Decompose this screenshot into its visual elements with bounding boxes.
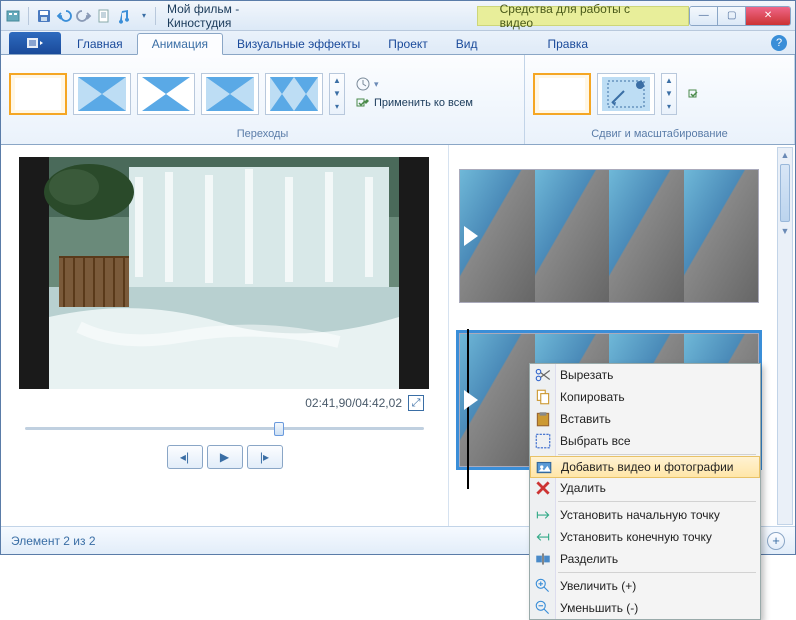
add-media-icon — [535, 458, 553, 476]
ctx-set-start[interactable]: Установить начальную точку — [530, 504, 760, 526]
ctx-copy[interactable]: Копировать — [530, 386, 760, 408]
duration-dropdown[interactable]: ▾ — [355, 76, 473, 92]
redo-icon[interactable] — [76, 8, 92, 24]
ribbon: ▲▼▾ ▾ Применить ко всем Переходы ▲▼▾ — [1, 55, 795, 145]
minimize-button[interactable]: ― — [690, 7, 718, 25]
contextual-tab-label: Средства для работы с видео — [477, 6, 690, 26]
set-start-icon — [534, 506, 552, 524]
time-display: 02:41,90/04:42,02 — [305, 396, 402, 410]
transitions-group-label: Переходы — [9, 128, 516, 142]
seek-thumb[interactable] — [274, 422, 284, 436]
tab-main[interactable]: Главная — [63, 34, 137, 54]
transition-item[interactable] — [73, 73, 131, 115]
help-icon[interactable]: ? — [771, 35, 787, 51]
ctx-paste[interactable]: Вставить — [530, 408, 760, 430]
select-all-icon — [534, 432, 552, 450]
playback-controls: ◂| ▶ |▸ — [19, 445, 430, 469]
transitions-group: ▲▼▾ ▾ Применить ко всем Переходы — [1, 55, 525, 144]
panzoom-group: ▲▼▾ Сдвиг и масштабирование — [525, 55, 795, 144]
doc-icon[interactable] — [96, 8, 112, 24]
apply-all-icon — [355, 95, 371, 111]
panzoom-group-label: Сдвиг и масштабирование — [533, 128, 786, 142]
panzoom-none[interactable] — [533, 73, 591, 115]
undo-icon[interactable] — [56, 8, 72, 24]
close-button[interactable]: ✕ — [746, 7, 790, 25]
set-end-icon — [534, 528, 552, 546]
title-bar: ▾ Мой фильм - Киностудия Средства для ра… — [1, 1, 795, 31]
tab-effects[interactable]: Визуальные эффекты — [223, 34, 374, 54]
panzoom-item[interactable] — [597, 73, 655, 115]
qat-dropdown-icon[interactable]: ▾ — [136, 8, 152, 24]
apply-all-label: Применить ко всем — [374, 97, 473, 109]
transitions-gallery-more[interactable]: ▲▼▾ — [329, 73, 345, 115]
transition-item[interactable] — [201, 73, 259, 115]
ctx-add-media[interactable]: Добавить видео и фотографии — [530, 456, 760, 478]
tab-project[interactable]: Проект — [374, 34, 442, 54]
app-icon — [5, 8, 21, 24]
ctx-split[interactable]: Разделить — [530, 548, 760, 570]
ctx-zoom-in[interactable]: Увеличить (+) — [530, 575, 760, 597]
ctx-zoom-out[interactable]: Уменьшить (-) — [530, 597, 760, 619]
transition-item[interactable] — [265, 73, 323, 115]
clip-play-icon — [464, 226, 478, 246]
context-menu: Вырезать Копировать Вставить Выбрать все… — [529, 363, 761, 620]
apply-all-icon — [687, 86, 703, 102]
prev-frame-button[interactable]: ◂| — [167, 445, 203, 469]
zoom-out-icon — [534, 599, 552, 617]
preview-pane: 02:41,90/04:42,02 ⤢ ◂| ▶ |▸ — [1, 145, 449, 527]
ctx-set-end[interactable]: Установить конечную точку — [530, 526, 760, 548]
preview-video[interactable] — [19, 157, 429, 389]
scissors-icon — [534, 366, 552, 384]
transition-none[interactable] — [9, 73, 67, 115]
window-title: Мой фильм - Киностудия — [167, 2, 307, 30]
window-buttons: ― ▢ ✕ — [689, 6, 791, 26]
play-button[interactable]: ▶ — [207, 445, 243, 469]
panzoom-apply-all[interactable] — [687, 86, 703, 102]
status-item-count: Элемент 2 из 2 — [11, 534, 96, 548]
copy-icon — [534, 388, 552, 406]
clock-icon — [355, 76, 371, 92]
split-icon — [534, 550, 552, 568]
timeline-clip[interactable] — [459, 169, 759, 303]
time-display-row: 02:41,90/04:42,02 ⤢ — [19, 395, 430, 411]
save-icon[interactable] — [36, 8, 52, 24]
tab-animation[interactable]: Анимация — [137, 33, 223, 55]
apply-all-button[interactable]: Применить ко всем — [355, 95, 473, 111]
tab-view[interactable]: Вид — [442, 34, 492, 54]
fullscreen-icon[interactable]: ⤢ — [408, 395, 424, 411]
clip-play-icon — [464, 390, 478, 410]
seek-bar[interactable] — [19, 419, 430, 437]
file-menu-button[interactable] — [9, 32, 61, 54]
delete-icon — [534, 479, 552, 497]
transition-item[interactable] — [137, 73, 195, 115]
vertical-scrollbar[interactable]: ▲▼ — [777, 147, 793, 525]
ctx-delete[interactable]: Удалить — [530, 477, 760, 499]
ctx-cut[interactable]: Вырезать — [530, 364, 760, 386]
next-frame-button[interactable]: |▸ — [247, 445, 283, 469]
ctx-select-all[interactable]: Выбрать все — [530, 430, 760, 452]
ribbon-tabs: Главная Анимация Визуальные эффекты Прое… — [1, 31, 795, 55]
quick-access-toolbar: ▾ — [5, 7, 152, 25]
music-icon[interactable] — [116, 8, 132, 24]
zoom-in-button[interactable]: + — [767, 532, 785, 550]
maximize-button[interactable]: ▢ — [718, 7, 746, 25]
panzoom-gallery-more[interactable]: ▲▼▾ — [661, 73, 677, 115]
paste-icon — [534, 410, 552, 428]
tab-edit[interactable]: Правка — [533, 34, 602, 54]
zoom-in-icon — [534, 577, 552, 595]
